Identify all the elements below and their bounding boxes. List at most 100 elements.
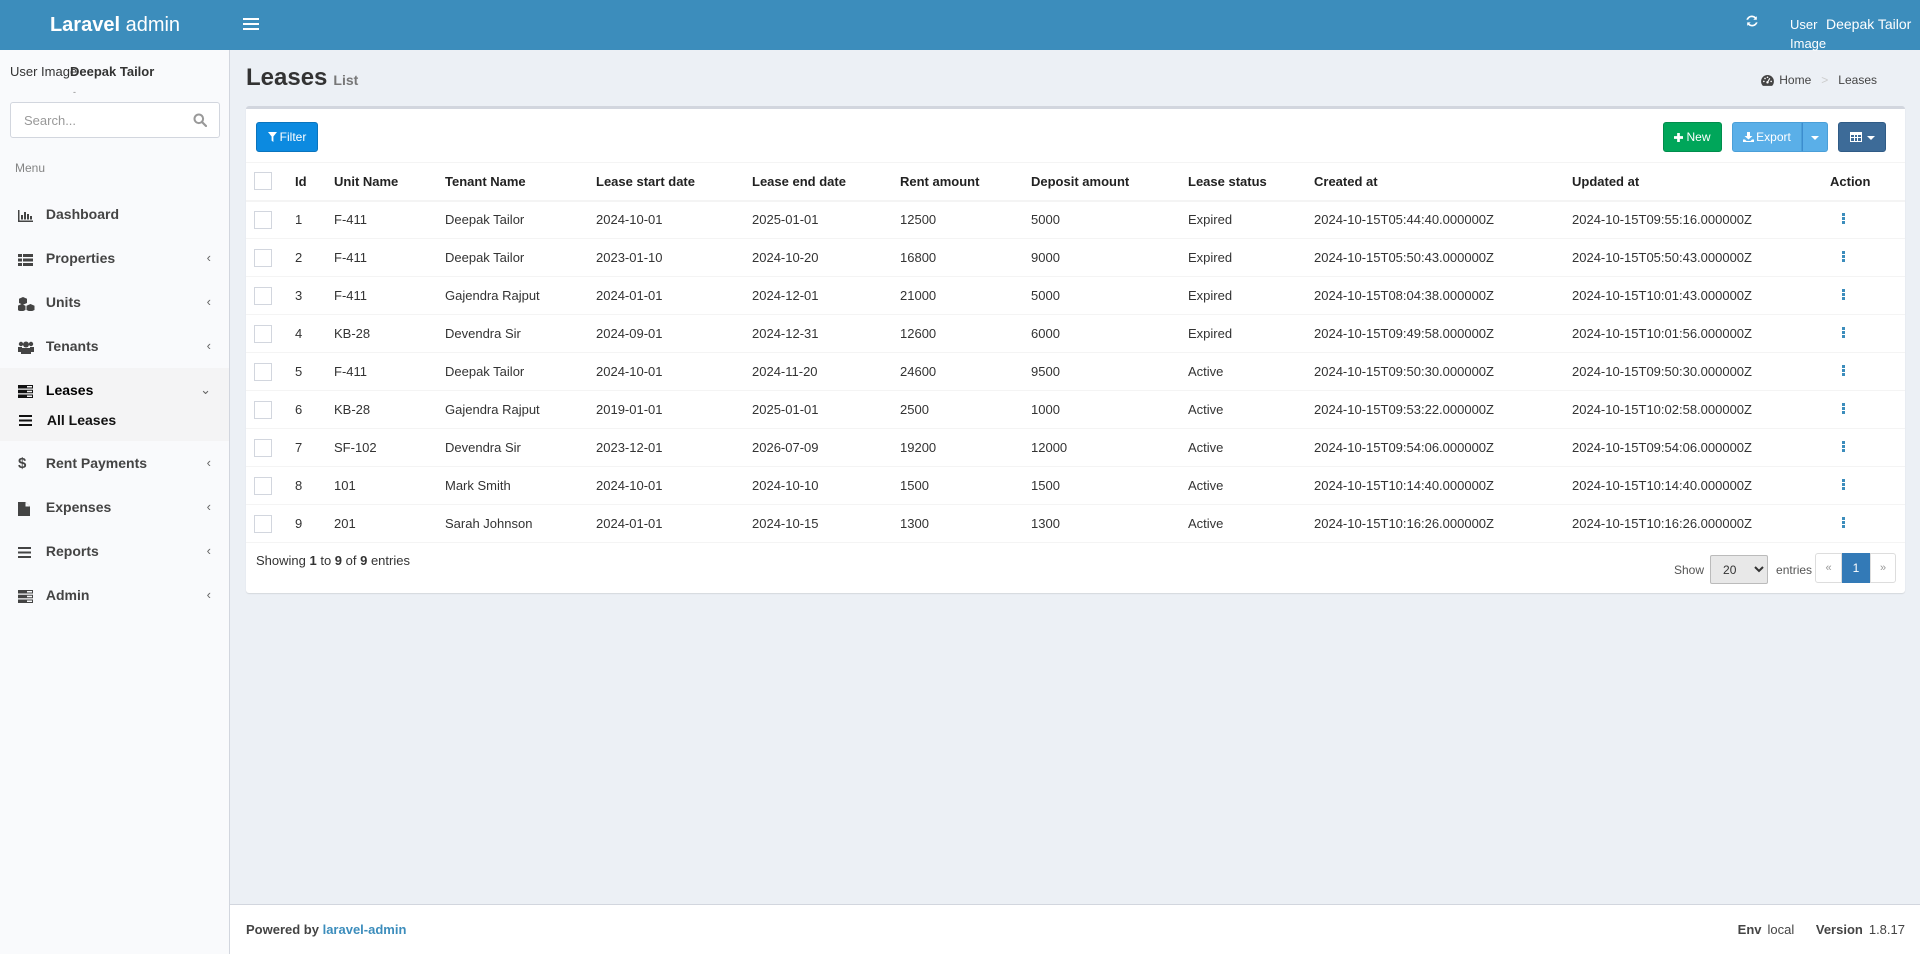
column-header-created-at[interactable]: Created at: [1314, 162, 1572, 202]
cell-lease-start: 2024-01-01: [596, 276, 752, 315]
page-subtitle: List: [333, 72, 359, 88]
brand-logo[interactable]: Laravel admin: [0, 0, 230, 50]
filter-icon: [267, 132, 277, 142]
row-actions-icon[interactable]: [1842, 478, 1846, 491]
sidebar-search: [10, 102, 220, 138]
select-all-checkbox[interactable]: [254, 172, 272, 191]
version-value: 1.8.17: [1868, 922, 1905, 937]
column-header-id[interactable]: Id: [295, 162, 334, 202]
sidebar-item-admin[interactable]: Admin ‹: [0, 573, 229, 617]
refresh-icon[interactable]: [1745, 14, 1759, 33]
cell-deposit-amount: 5000: [1031, 200, 1188, 239]
cell-rent-amount: 16800: [900, 238, 1031, 277]
cell-updated-at: 2024-10-15T10:16:26.000000Z: [1572, 504, 1830, 543]
row-actions-icon[interactable]: [1842, 516, 1846, 529]
table-row: 2 F-411 Deepak Tailor 2023-01-10 2024-10-20 1…: [246, 238, 1905, 277]
cell-updated-at: 2024-10-15T09:55:16.000000Z: [1572, 200, 1830, 239]
cell-tenant-name: Devendra Sir: [445, 314, 596, 353]
user-avatar[interactable]: User Image: [1790, 15, 1830, 53]
search-icon[interactable]: [193, 113, 208, 128]
cell-lease-start: 2024-01-01: [596, 504, 752, 543]
top-navbar: Laravel admin User Image Deepak Tailor: [0, 0, 1920, 53]
column-header-unit-name[interactable]: Unit Name: [334, 162, 445, 202]
row-checkbox[interactable]: [254, 286, 272, 305]
per-page-select[interactable]: 20: [1710, 555, 1769, 584]
row-checkbox[interactable]: [254, 210, 272, 229]
pagination-page-1[interactable]: 1: [1842, 553, 1870, 583]
cell-lease-status: Expired: [1188, 314, 1314, 353]
column-selector-button[interactable]: [1838, 122, 1886, 152]
sidebar-item-tenants[interactable]: Tenants ‹: [0, 324, 229, 368]
column-header-deposit-amount[interactable]: Deposit amount: [1031, 162, 1188, 202]
cell-lease-end: 2026-07-09: [752, 428, 900, 467]
sidebar-item-dashboard[interactable]: Dashboard: [0, 192, 229, 236]
cell-lease-end: 2024-10-10: [752, 466, 900, 505]
chevron-left-icon: ‹: [206, 455, 211, 470]
column-header-lease-start[interactable]: Lease start date: [596, 162, 752, 202]
row-checkbox[interactable]: [254, 438, 272, 457]
cell-lease-status: Expired: [1188, 200, 1314, 239]
sidebar-item-expenses[interactable]: Expenses ‹: [0, 485, 229, 529]
cell-lease-end: 2024-10-15: [752, 504, 900, 543]
pagination-next[interactable]: »: [1870, 553, 1896, 583]
cell-rent-amount: 12600: [900, 314, 1031, 353]
row-checkbox[interactable]: [254, 514, 272, 533]
column-header-lease-end[interactable]: Lease end date: [752, 162, 900, 202]
cubes-icon: [17, 281, 38, 325]
cell-id: 8: [295, 466, 334, 505]
pagination-prev[interactable]: «: [1815, 553, 1842, 583]
cell-unit-name: 101: [334, 466, 445, 505]
column-header-tenant-name[interactable]: Tenant Name: [445, 162, 596, 202]
row-actions-icon[interactable]: [1842, 250, 1846, 263]
cell-lease-start: 2019-01-01: [596, 390, 752, 429]
row-actions-icon[interactable]: [1842, 288, 1846, 301]
sidebar-search-input[interactable]: [11, 103, 181, 137]
column-header-lease-status[interactable]: Lease status: [1188, 162, 1314, 202]
sidebar-item-properties[interactable]: Properties ‹: [0, 236, 229, 280]
row-checkbox[interactable]: [254, 248, 272, 267]
sidebar-item-rent-payments[interactable]: $ Rent Payments ‹: [0, 441, 229, 485]
caret-down-icon: [1811, 135, 1819, 140]
breadcrumb-home[interactable]: Home: [1761, 73, 1811, 87]
column-header-updated-at[interactable]: Updated at: [1572, 162, 1830, 202]
user-menu[interactable]: Deepak Tailor: [1826, 16, 1911, 32]
cell-updated-at: 2024-10-15T10:01:56.000000Z: [1572, 314, 1830, 353]
column-header-rent-amount[interactable]: Rent amount: [900, 162, 1031, 202]
export-dropdown-toggle[interactable]: [1802, 122, 1828, 152]
brand-light: admin: [120, 14, 181, 36]
cell-lease-end: 2024-11-20: [752, 352, 900, 391]
cell-lease-start: 2023-01-10: [596, 238, 752, 277]
chevron-left-icon: ‹: [206, 587, 211, 602]
cell-id: 9: [295, 504, 334, 543]
row-actions-icon[interactable]: [1842, 440, 1846, 453]
row-checkbox[interactable]: [254, 400, 272, 419]
row-checkbox[interactable]: [254, 362, 272, 381]
row-actions-icon[interactable]: [1842, 326, 1846, 339]
row-checkbox[interactable]: [254, 476, 272, 495]
row-actions-icon[interactable]: [1842, 402, 1846, 415]
caret-down-icon: [1866, 135, 1875, 140]
filter-button[interactable]: Filter: [256, 122, 318, 152]
cell-unit-name: F-411: [334, 352, 445, 391]
row-actions-icon[interactable]: [1842, 212, 1846, 225]
cell-id: 7: [295, 428, 334, 467]
laravel-admin-link[interactable]: laravel-admin: [323, 922, 407, 937]
sidebar-toggle-icon[interactable]: [243, 15, 259, 35]
row-actions-icon[interactable]: [1842, 364, 1846, 377]
cell-id: 4: [295, 314, 334, 353]
cell-tenant-name: Sarah Johnson: [445, 504, 596, 543]
powered-by: Powered by laravel-admin: [246, 922, 407, 937]
cell-created-at: 2024-10-15T10:16:26.000000Z: [1314, 504, 1572, 543]
sidebar-item-units[interactable]: Units ‹: [0, 280, 229, 324]
user-panel-avatar: User Image: [10, 64, 78, 79]
cell-created-at: 2024-10-15T08:04:38.000000Z: [1314, 276, 1572, 315]
sidebar-item-leases[interactable]: Leases ⌄: [0, 368, 229, 412]
row-checkbox[interactable]: [254, 324, 272, 343]
export-button[interactable]: Export: [1732, 122, 1802, 152]
cell-lease-status: Active: [1188, 504, 1314, 543]
sidebar-item-reports[interactable]: Reports ‹: [0, 529, 229, 573]
cell-unit-name: KB-28: [334, 314, 445, 353]
new-button[interactable]: New: [1663, 122, 1722, 152]
cell-lease-start: 2024-10-01: [596, 352, 752, 391]
user-panel-name: Deepak Tailor: [70, 64, 155, 79]
